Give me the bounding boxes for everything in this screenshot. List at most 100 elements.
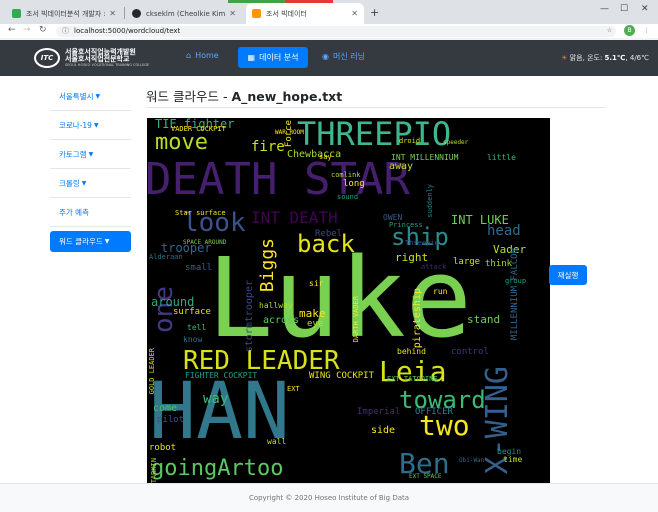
address-bar[interactable]: ⓘ localhost:5000/wordcloud/text bbox=[56, 26, 616, 37]
cloud-word: DEATH STAR bbox=[147, 154, 410, 205]
url-text: localhost:5000/wordcloud/text bbox=[74, 27, 181, 35]
tab-close-icon[interactable]: ✕ bbox=[229, 9, 236, 18]
cloud-word: Star surface bbox=[175, 209, 226, 217]
tab-title: ckseklm (Cheolkie Kim) bbox=[146, 9, 226, 18]
sidebar: 서울특별시 ▼ 코로나-19 ▼ 카토그램 ▼ 크롤링 ▼ 주가 예측 워드 클… bbox=[50, 82, 131, 252]
tab-title: 조서 빅데이터 bbox=[266, 9, 307, 18]
title-divider bbox=[146, 107, 606, 108]
weather-label: 맑음, 온도: bbox=[569, 54, 605, 62]
cloud-word: goingArtoo bbox=[151, 456, 284, 481]
cloud-word: stand bbox=[467, 313, 501, 326]
site-navbar: ITC 서울호서직업능력개발원 서울호서직업전문학교 SEOUL HOSEO V… bbox=[0, 40, 658, 76]
site-logo[interactable]: ITC 서울호서직업능력개발원 서울호서직업전문학교 SEOUL HOSEO V… bbox=[34, 48, 149, 68]
cloud-word: away bbox=[389, 161, 414, 172]
logo-line-3: SEOUL HOSEO VOCATIONAL TRAINING COLLEGE bbox=[65, 62, 150, 67]
cloud-word: fire bbox=[251, 139, 285, 155]
new-tab-icon[interactable]: + bbox=[370, 6, 379, 19]
cloud-word: little bbox=[487, 153, 516, 162]
sidebar-item-covid[interactable]: 코로나-19 ▼ bbox=[50, 111, 131, 140]
weather-range: , 4/6℃ bbox=[625, 54, 649, 62]
chart-icon: ▦ bbox=[247, 53, 256, 62]
cloud-word: sir bbox=[309, 279, 324, 288]
sidebar-item-label: 서울특별시 bbox=[59, 91, 94, 101]
nav-data-analysis[interactable]: ▦ 데이터 분석 bbox=[238, 47, 308, 68]
cloud-word: pirateship bbox=[412, 288, 423, 349]
nav-data-analysis-label: 데이터 분석 bbox=[259, 53, 299, 62]
footer-copyright: Copyright © 2020 Hoseo Institute of Big … bbox=[248, 494, 410, 502]
sidebar-item-label: 워드 클라우드 bbox=[59, 237, 103, 246]
rerun-button[interactable]: 재실행 bbox=[549, 265, 587, 285]
browser-tab-strip: 조서 빅데이터분석 개발자 : 웨 ✕ ckseklm (Cheolkie Ki… bbox=[0, 0, 658, 24]
forward-icon[interactable]: → bbox=[23, 25, 31, 35]
window-close-icon[interactable]: ✕ bbox=[641, 4, 649, 14]
cloud-word: time bbox=[503, 455, 523, 464]
cloud-word: way bbox=[203, 391, 229, 407]
cloud-word: suddenly bbox=[426, 184, 434, 218]
cloud-word: comlink bbox=[331, 171, 361, 179]
cloud-word: speeder bbox=[443, 139, 469, 146]
weather-sun-icon: ☀ bbox=[561, 54, 568, 62]
page-title-prefix: 워드 클라우드 - bbox=[146, 89, 232, 104]
cloud-word: EXT TATOOINE bbox=[387, 375, 438, 383]
cloud-word: EXT bbox=[287, 385, 300, 393]
tab-close-icon[interactable]: ✕ bbox=[351, 9, 358, 18]
profile-avatar[interactable]: B bbox=[624, 25, 635, 36]
weather-temp: 5.1℃ bbox=[604, 54, 626, 62]
cloud-word: WING COCKPIT bbox=[309, 371, 375, 381]
minimize-icon[interactable]: — bbox=[600, 4, 609, 14]
cloud-word: droid bbox=[399, 137, 421, 145]
cloud-word: DARTH VADER bbox=[352, 296, 360, 343]
sidebar-item-wordcloud[interactable]: 워드 클라우드 ▼ bbox=[50, 231, 131, 252]
nav-machine-learning-label: 머신 러닝 bbox=[332, 52, 365, 61]
nav-machine-learning[interactable]: ◉ 머신 러닝 bbox=[322, 51, 365, 62]
cloud-word: Chewbacca bbox=[287, 149, 342, 160]
caret-down-icon: ▼ bbox=[104, 238, 110, 245]
cloud-word: Princess bbox=[389, 221, 423, 229]
reload-icon[interactable]: ↻ bbox=[39, 25, 47, 35]
browser-tab-2[interactable]: ckseklm (Cheolkie Kim) ✕ bbox=[126, 3, 242, 24]
sidebar-item-crawling[interactable]: 크롤링 ▼ bbox=[50, 169, 131, 198]
sidebar-item-label: 크롤링 bbox=[59, 178, 80, 188]
cloud-word: EXT SPACE bbox=[409, 473, 442, 480]
sidebar-item-cartogram[interactable]: 카토그램 ▼ bbox=[50, 140, 131, 169]
robot-icon: ◉ bbox=[322, 52, 329, 61]
cloud-word: INT DEATH bbox=[251, 208, 338, 227]
page-body: 서울특별시 ▼ 코로나-19 ▼ 카토그램 ▼ 크롤링 ▼ 주가 예측 워드 클… bbox=[0, 76, 658, 483]
caret-down-icon: ▼ bbox=[81, 179, 87, 187]
sidebar-item-stock[interactable]: 주가 예측 bbox=[50, 198, 131, 227]
cloud-word: stormtrooper bbox=[244, 280, 255, 353]
cloud-word: run bbox=[433, 287, 448, 296]
page-title: 워드 클라우드 - A_new_hope.txt bbox=[146, 86, 342, 105]
cloud-word: robot bbox=[149, 443, 177, 453]
cloud-word: SPACE AROUND bbox=[183, 239, 227, 246]
home-icon: ⌂ bbox=[186, 51, 192, 60]
cloud-word: right bbox=[395, 251, 429, 264]
nav-home[interactable]: ⌂ Home bbox=[186, 51, 219, 60]
sidebar-item-label: 카토그램 bbox=[59, 149, 87, 159]
logo-mark: ITC bbox=[34, 48, 60, 68]
tab-close-icon[interactable]: ✕ bbox=[109, 9, 116, 18]
menu-kebab-icon[interactable]: ⋮ bbox=[641, 25, 652, 36]
cloud-word: eye bbox=[307, 319, 324, 329]
cloud-word: side bbox=[371, 425, 396, 436]
cloud-word: Alderaan bbox=[149, 253, 183, 261]
browser-tab-3-active[interactable]: 조서 빅데이터 ✕ bbox=[246, 3, 364, 24]
info-icon[interactable]: ⓘ bbox=[62, 26, 69, 37]
bookmark-star-icon[interactable]: ☆ bbox=[604, 25, 615, 36]
cloud-word: begin bbox=[497, 447, 522, 456]
cloud-word: long bbox=[343, 179, 365, 189]
weather-widget: ☀ 맑음, 온도: 5.1℃, 4/6℃ bbox=[561, 53, 649, 63]
sidebar-item-seoul[interactable]: 서울특별시 ▼ bbox=[50, 82, 131, 111]
cloud-word: across bbox=[263, 315, 300, 326]
cloud-word: WAR ROOM bbox=[275, 129, 304, 136]
cloud-word: THREEPIO bbox=[297, 118, 452, 153]
maximize-icon[interactable]: ☐ bbox=[620, 4, 628, 14]
cloud-word: large bbox=[453, 257, 481, 267]
cloud-word: tell bbox=[187, 323, 207, 332]
browser-tab-1[interactable]: 조서 빅데이터분석 개발자 : 웨 ✕ bbox=[6, 3, 122, 24]
word-cloud-image: THREEPIO DEATH STAR Luke HAN RED LEADER Leia m… bbox=[147, 118, 550, 483]
browser-toolbar: ← → ↻ ⓘ localhost:5000/wordcloud/text ☆ … bbox=[0, 24, 658, 38]
back-icon[interactable]: ← bbox=[8, 25, 16, 35]
cloud-word: sound bbox=[337, 193, 359, 201]
cloud-word: say bbox=[319, 153, 332, 161]
